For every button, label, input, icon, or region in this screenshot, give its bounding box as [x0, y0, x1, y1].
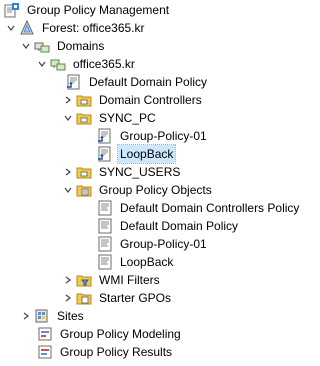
- tree-item-results[interactable]: Group Policy Results: [37, 343, 174, 361]
- tree-item-label: LoopBack: [116, 144, 177, 164]
- tree-item-sync-users[interactable]: SYNC_USERS: [63, 163, 182, 181]
- chevron-right-icon[interactable]: [63, 91, 73, 109]
- tree-item-label: Group Policy Modeling: [60, 327, 181, 341]
- tree-item-label: Default Domain Policy: [89, 75, 208, 89]
- chevron-down-icon[interactable]: [21, 37, 31, 55]
- chevron-down-icon[interactable]: [63, 109, 73, 127]
- tree-item-gpo-ddcp[interactable]: Default Domain Controllers Policy: [97, 199, 301, 217]
- tree-item-sites[interactable]: Sites: [21, 307, 86, 325]
- tree-item-label: Sites: [57, 309, 84, 323]
- gpo-link-icon: [97, 128, 113, 144]
- starter-gpo-folder-icon: [76, 290, 92, 306]
- tree-item-label: SYNC_PC: [99, 111, 156, 125]
- wmi-folder-icon: [76, 272, 92, 288]
- tree-item-domain-controllers[interactable]: Domain Controllers: [63, 91, 204, 109]
- tree-item-label: Domains: [57, 39, 105, 53]
- tree-item-label: Group Policy Results: [60, 345, 173, 359]
- chevron-down-icon[interactable]: [37, 55, 47, 73]
- ou-folder-icon: [76, 110, 92, 126]
- tree-item-label: WMI Filters: [99, 273, 160, 287]
- tree-item-domains[interactable]: Domains: [21, 37, 106, 55]
- chevron-down-icon[interactable]: [6, 19, 16, 37]
- tree-item-label: Default Domain Controllers Policy: [120, 201, 300, 215]
- tree-item-gpo-loopback[interactable]: LoopBack: [97, 253, 175, 271]
- tree-item-label: Default Domain Policy: [120, 219, 239, 233]
- tree-item-modeling[interactable]: Group Policy Modeling: [37, 325, 183, 343]
- gpm-console-icon: [4, 2, 20, 18]
- gpo-icon: [97, 200, 113, 216]
- tree-item-gpo-ddp[interactable]: Default Domain Policy: [97, 217, 240, 235]
- domain-icon: [50, 56, 66, 72]
- forest-icon: [19, 20, 35, 36]
- tree-item-root[interactable]: Group Policy Management: [4, 1, 171, 19]
- sites-icon: [34, 308, 50, 324]
- tree-item-label: Domain Controllers: [99, 93, 202, 107]
- tree-item-label: Group Policy Management: [27, 3, 170, 17]
- chevron-right-icon[interactable]: [63, 289, 73, 307]
- tree-item-label: Group-Policy-01: [120, 129, 207, 143]
- tree-item-gpo-gp01[interactable]: Group-Policy-01: [97, 235, 209, 253]
- tree-item-starter-gpos[interactable]: Starter GPOs: [63, 289, 173, 307]
- tree-item-loopback-link[interactable]: LoopBack: [97, 144, 177, 164]
- ou-folder-icon: [76, 92, 92, 108]
- tree-item-default-domain-policy[interactable]: Default Domain Policy: [66, 73, 209, 91]
- gpo-link-icon: [66, 74, 82, 90]
- ou-folder-icon: [76, 164, 92, 180]
- tree-item-label: SYNC_USERS: [99, 165, 181, 179]
- tree-item-label: office365.kr: [73, 57, 135, 71]
- tree-item-label: Group-Policy-01: [120, 237, 207, 251]
- gp-results-icon: [37, 344, 53, 360]
- tree-item-wmi-filters[interactable]: WMI Filters: [63, 271, 162, 289]
- tree-item-gpo1-link[interactable]: Group-Policy-01: [97, 127, 209, 145]
- gpo-icon: [97, 236, 113, 252]
- gp-modeling-icon: [37, 326, 53, 342]
- tree-item-label: Group Policy Objects: [99, 183, 212, 197]
- tree-item-gpo-container[interactable]: Group Policy Objects: [63, 181, 214, 199]
- gpo-link-icon: [97, 146, 113, 162]
- gpo-folder-icon: [76, 182, 92, 198]
- tree-item-label: LoopBack: [120, 255, 174, 269]
- chevron-down-icon[interactable]: [63, 181, 73, 199]
- chevron-right-icon[interactable]: [63, 271, 73, 289]
- gpo-icon: [97, 254, 113, 270]
- chevron-right-icon[interactable]: [21, 307, 31, 325]
- gpo-icon: [97, 218, 113, 234]
- tree-item-label: Starter GPOs: [99, 291, 172, 305]
- tree-item-label: Forest: office365.kr: [42, 21, 145, 35]
- tree-item-sync-pc[interactable]: SYNC_PC: [63, 109, 158, 127]
- tree-item-domain[interactable]: office365.kr: [37, 55, 137, 73]
- tree-item-forest[interactable]: Forest: office365.kr: [6, 19, 147, 37]
- domains-icon: [34, 38, 50, 54]
- chevron-right-icon[interactable]: [63, 163, 73, 181]
